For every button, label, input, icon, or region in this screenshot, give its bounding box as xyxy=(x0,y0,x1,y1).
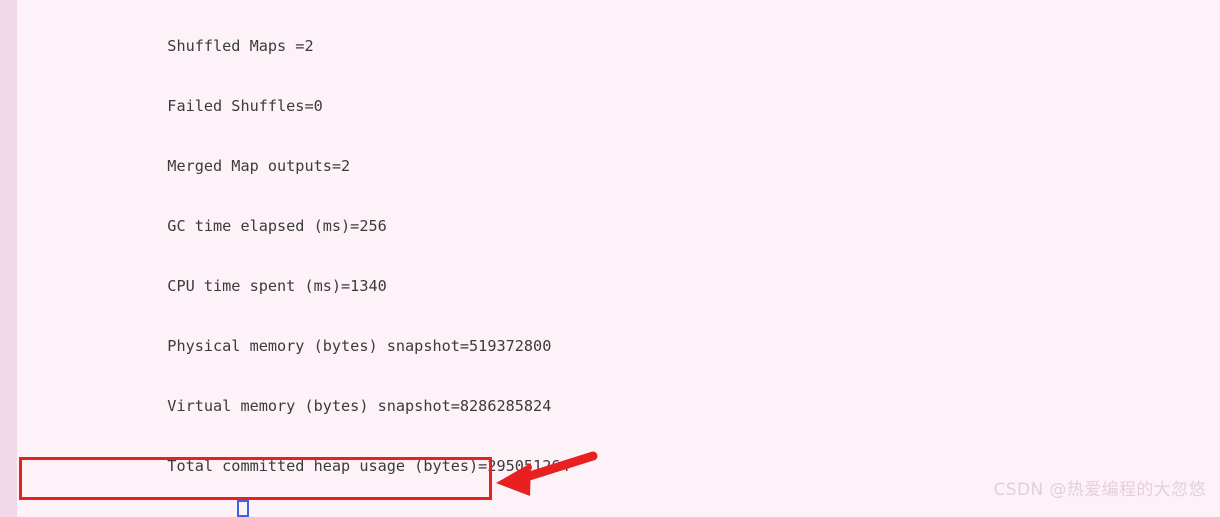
console-line: Virtual memory (bytes) snapshot=82862858… xyxy=(21,397,552,415)
terminal-window: Shuffled Maps =2 Failed Shuffles=0 Merge… xyxy=(0,0,1220,517)
console-output-lines: Shuffled Maps =2 Failed Shuffles=0 Merge… xyxy=(0,0,579,517)
csdn-watermark: CSDN @热爱编程的大忽悠 xyxy=(993,480,1206,500)
console-line: GC time elapsed (ms)=256 xyxy=(21,217,387,235)
console-line: CPU time spent (ms)=1340 xyxy=(21,277,387,295)
console-line: Merged Map outputs=2 xyxy=(21,157,351,175)
console-line: Total committed heap usage (bytes)=29505… xyxy=(21,457,570,475)
console-line: Failed Shuffles=0 xyxy=(21,97,323,115)
console-output[interactable]: Shuffled Maps =2 Failed Shuffles=0 Merge… xyxy=(0,0,1220,517)
text-cursor xyxy=(237,500,249,517)
console-line: Shuffled Maps =2 xyxy=(21,37,314,55)
console-line: Physical memory (bytes) snapshot=5193728… xyxy=(21,337,552,355)
